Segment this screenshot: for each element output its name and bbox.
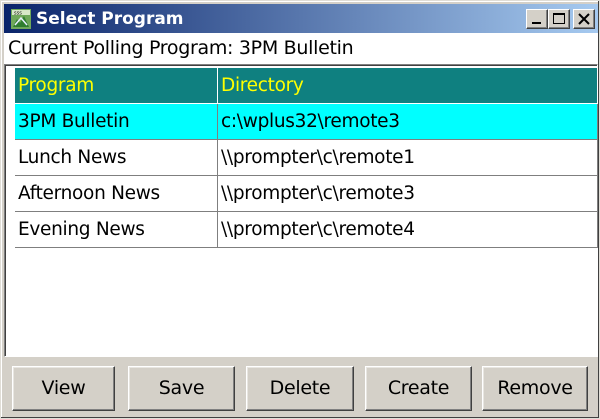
table-row[interactable]: 3PM Bulletin c:\wplus32\remote3 bbox=[15, 104, 598, 140]
program-cell[interactable]: 3PM Bulletin bbox=[15, 104, 218, 140]
close-button[interactable] bbox=[573, 9, 595, 29]
current-polling-label: Current Polling Program: 3PM Bulletin bbox=[4, 33, 598, 64]
window-title: Select Program bbox=[36, 9, 184, 29]
table-header-row: Program Directory bbox=[15, 68, 598, 104]
column-header-directory[interactable]: Directory bbox=[218, 68, 598, 104]
remove-button[interactable]: Remove bbox=[482, 366, 588, 411]
table-row[interactable]: Evening News \\prompter\c\remote4 bbox=[15, 212, 598, 248]
directory-cell[interactable]: \\prompter\c\remote1 bbox=[218, 140, 598, 176]
program-cell[interactable]: Afternoon News bbox=[15, 176, 218, 212]
directory-cell[interactable]: \\prompter\c\remote3 bbox=[218, 176, 598, 212]
delete-button[interactable]: Delete bbox=[246, 366, 354, 411]
save-button[interactable]: Save bbox=[128, 366, 235, 411]
table-row[interactable]: Lunch News \\prompter\c\remote1 bbox=[15, 140, 598, 176]
directory-cell[interactable]: \\prompter\c\remote4 bbox=[218, 212, 598, 248]
close-icon bbox=[578, 13, 590, 25]
maximize-icon bbox=[553, 13, 565, 24]
view-button[interactable]: View bbox=[12, 366, 115, 411]
column-header-program[interactable]: Program bbox=[15, 68, 218, 104]
title-bar[interactable]: sss Select Program bbox=[4, 4, 598, 33]
directory-cell[interactable]: c:\wplus32\remote3 bbox=[218, 104, 598, 140]
app-icon: sss bbox=[11, 9, 31, 29]
table-row[interactable]: Afternoon News \\prompter\c\remote3 bbox=[15, 176, 598, 212]
program-cell[interactable]: Evening News bbox=[15, 212, 218, 248]
minimize-button[interactable] bbox=[526, 9, 548, 29]
select-program-window: sss Select Program Current Polling Progr… bbox=[0, 0, 600, 419]
create-button[interactable]: Create bbox=[365, 366, 472, 411]
program-table[interactable]: Program Directory 3PM Bulletin c:\wplus3… bbox=[4, 64, 598, 357]
program-cell[interactable]: Lunch News bbox=[15, 140, 218, 176]
minimize-icon bbox=[532, 22, 541, 24]
svg-text:sss: sss bbox=[14, 11, 22, 17]
maximize-button[interactable] bbox=[548, 9, 570, 29]
